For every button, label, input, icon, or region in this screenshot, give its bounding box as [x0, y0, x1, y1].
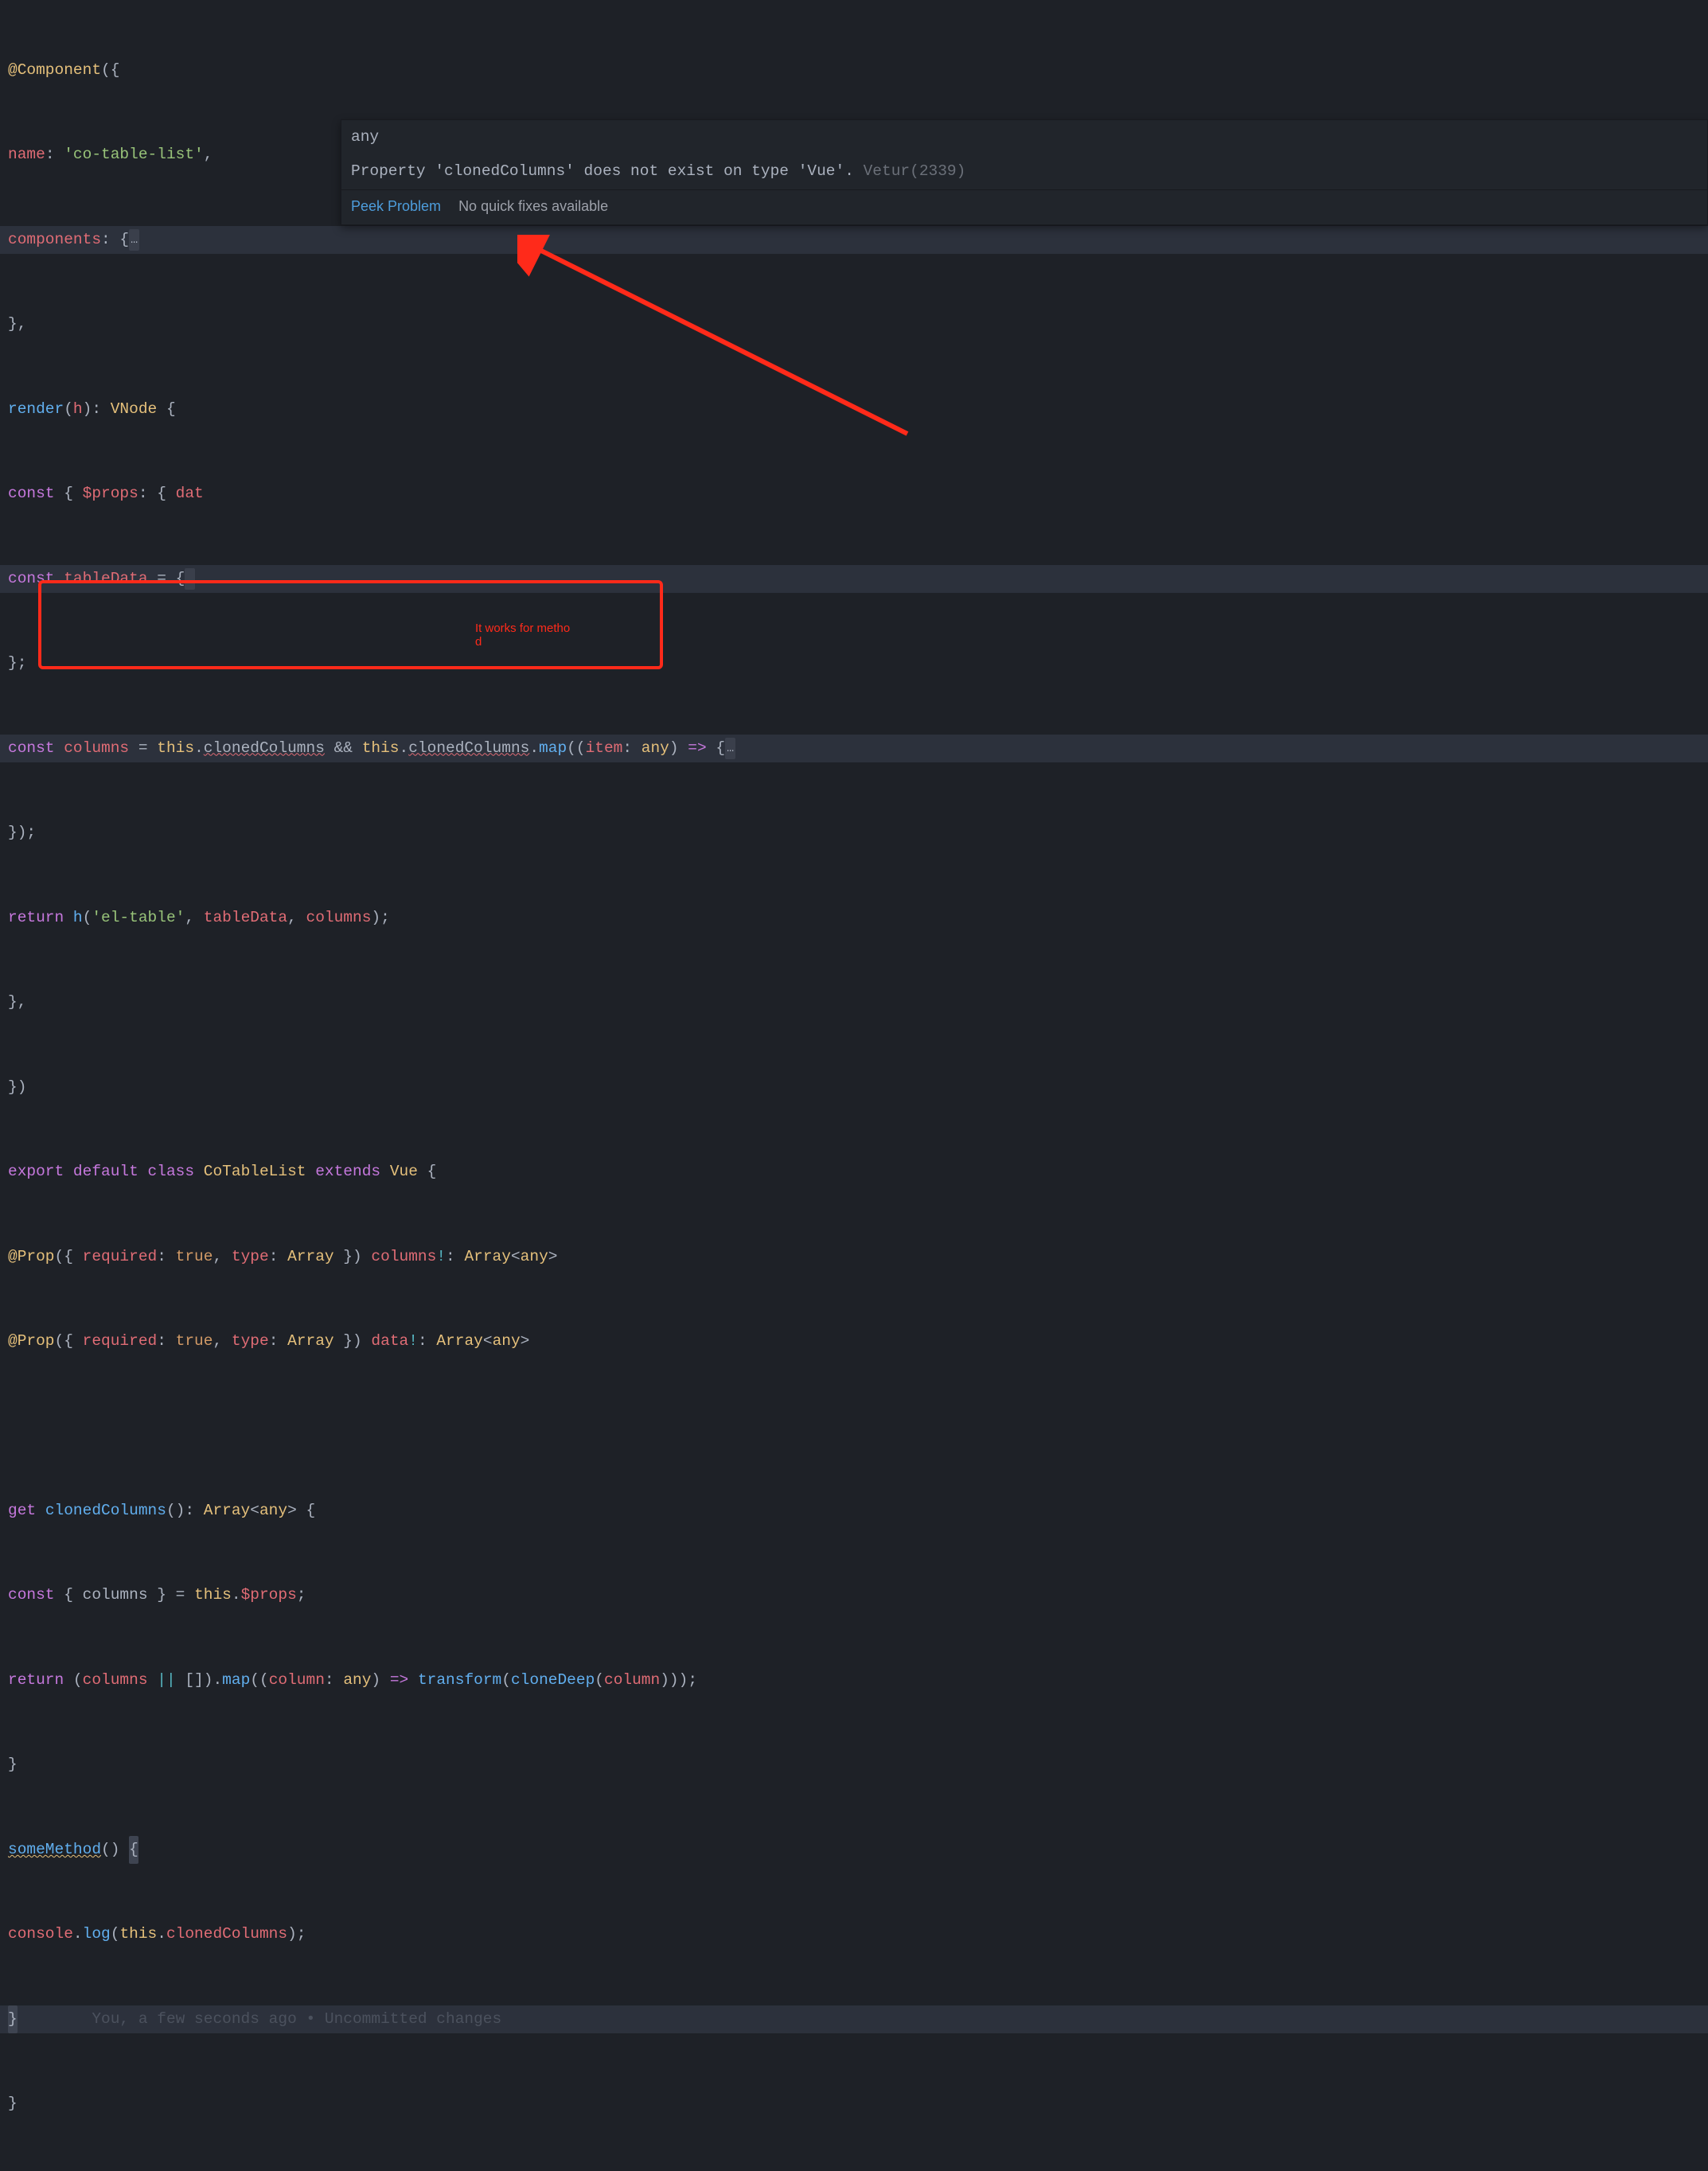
- code-line[interactable]: someMethod() {: [0, 1836, 1708, 1865]
- fold-ellipsis-icon[interactable]: …: [129, 229, 139, 251]
- decorator: @Component: [8, 57, 101, 84]
- punct: ({: [101, 57, 119, 84]
- code-line[interactable]: });: [0, 819, 1708, 848]
- code-line[interactable]: components: {…: [0, 226, 1708, 255]
- code-line[interactable]: },: [0, 310, 1708, 339]
- code-line[interactable]: @Prop({ required: true, type: Array }) c…: [0, 1243, 1708, 1272]
- code-line[interactable]: };: [0, 649, 1708, 678]
- annotation-text: It works for metho d: [475, 622, 602, 649]
- hover-actions: Peek Problem No quick fixes available: [341, 189, 1707, 224]
- gitlens-annotation: You, a few seconds ago • Uncommitted cha…: [92, 2005, 501, 2033]
- code-line[interactable]: },: [0, 988, 1708, 1017]
- hover-type: any: [341, 120, 1707, 154]
- code-line[interactable]: const { columns } = this.$props;: [0, 1581, 1708, 1610]
- code-line-error[interactable]: const columns = this.clonedColumns && th…: [0, 735, 1708, 763]
- code-line-cursor[interactable]: } You, a few seconds ago • Uncommitted c…: [0, 2005, 1708, 2034]
- code-line[interactable]: console.log(this.clonedColumns);: [0, 1920, 1708, 1949]
- code-line[interactable]: }): [0, 1074, 1708, 1102]
- fold-ellipsis-icon[interactable]: …: [185, 568, 195, 590]
- code-line[interactable]: return (columns || []).map((column: any)…: [0, 1666, 1708, 1695]
- code-line[interactable]: }: [0, 1751, 1708, 1779]
- code-line[interactable]: return h('el-table', tableData, columns)…: [0, 904, 1708, 933]
- code-line[interactable]: get clonedColumns(): Array<any> {: [0, 1497, 1708, 1526]
- error-token-clonedcolumns[interactable]: clonedColumns: [204, 735, 325, 762]
- error-token-clonedcolumns[interactable]: clonedColumns: [408, 735, 529, 762]
- code-line[interactable]: render(h): VNode {: [0, 396, 1708, 424]
- hover-tooltip: any Property 'clonedColumns' does not ex…: [341, 119, 1708, 225]
- code-line-blank[interactable]: [0, 1412, 1708, 1440]
- code-line[interactable]: @Prop({ required: true, type: Array }) d…: [0, 1327, 1708, 1356]
- warn-token-somemethod[interactable]: someMethod: [8, 1836, 101, 1864]
- hover-message: Property 'clonedColumns' does not exist …: [341, 154, 1707, 189]
- no-quick-fixes-label: No quick fixes available: [458, 193, 608, 220]
- fold-ellipsis-icon[interactable]: …: [725, 738, 735, 759]
- peek-problem-link[interactable]: Peek Problem: [351, 193, 441, 220]
- code-line[interactable]: const tableData = {…: [0, 565, 1708, 594]
- code-editor[interactable]: @Component({ name: 'co-table-list', comp…: [0, 0, 1708, 2171]
- code-line[interactable]: export default class CoTableList extends…: [0, 1158, 1708, 1187]
- code-line[interactable]: const { $props: { dat: [0, 480, 1708, 509]
- hover-source: Vetur(2339): [864, 162, 966, 180]
- code-line[interactable]: @Component({: [0, 57, 1708, 85]
- code-line[interactable]: }: [0, 2090, 1708, 2118]
